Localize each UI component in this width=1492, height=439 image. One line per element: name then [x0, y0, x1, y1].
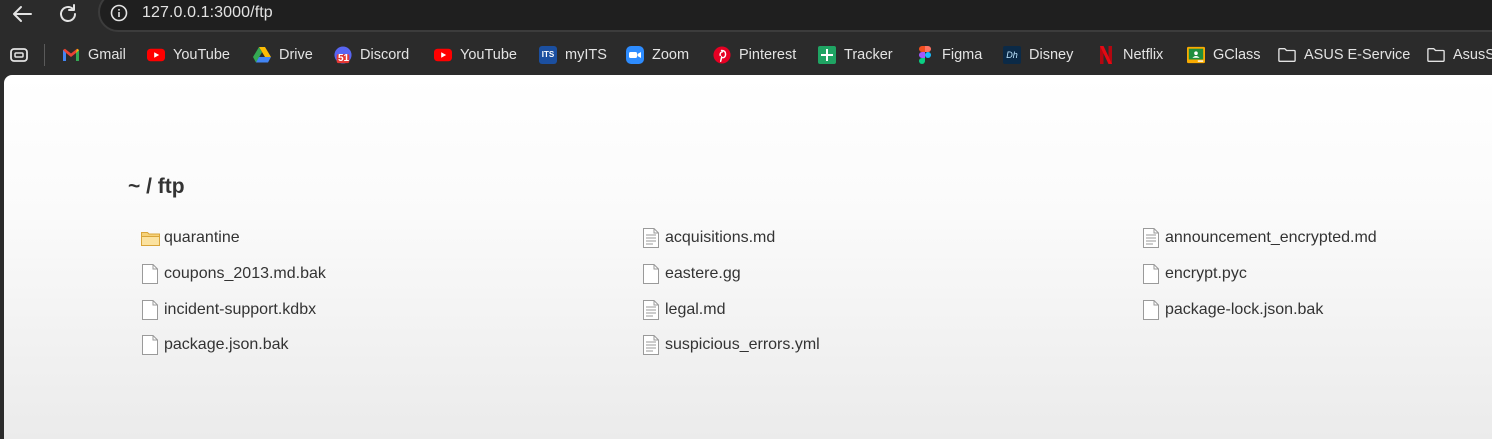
tracker-icon	[818, 46, 836, 64]
file-item-acquisitions[interactable]: acquisitions.md	[641, 228, 775, 248]
browser-toolbar: 127.0.0.1:3000/ftp	[0, 0, 1492, 32]
text-file-icon	[641, 335, 661, 355]
folder-icon	[1427, 46, 1445, 64]
bookmark-figma[interactable]: Figma	[916, 43, 982, 67]
bookmark-label: AsusS	[1453, 47, 1492, 63]
reload-icon	[60, 4, 76, 22]
text-file-icon	[641, 228, 661, 248]
file-item-package-json[interactable]: package.json.bak	[140, 335, 289, 355]
folder-icon	[140, 228, 160, 248]
file-item-legal[interactable]: legal.md	[641, 300, 725, 320]
discord-icon: 51	[334, 46, 352, 64]
file-name: package-lock.json.bak	[1165, 301, 1324, 318]
bookmark-label: Pinterest	[739, 47, 797, 63]
file-item-announcement-encrypted[interactable]: announcement_encrypted.md	[1141, 228, 1377, 248]
zoom-icon	[626, 46, 644, 64]
disney-icon-text: Dh	[1006, 50, 1018, 60]
pinterest-icon	[713, 46, 731, 64]
drive-icon	[253, 46, 271, 64]
bookmark-label: Zoom	[652, 47, 690, 63]
file-name: eastere.gg	[665, 265, 741, 282]
bookmark-pinterest[interactable]: Pinterest	[713, 43, 796, 67]
back-arrow-icon	[13, 6, 32, 22]
reload-button[interactable]	[53, 0, 83, 28]
gmail-icon	[62, 46, 80, 64]
bookmark-youtube-2[interactable]: YouTube	[434, 43, 517, 67]
bookmark-label: Figma	[942, 47, 983, 63]
file-item-suspicious-errors[interactable]: suspicious_errors.yml	[641, 335, 820, 355]
bookmark-label: YouTube	[173, 47, 230, 63]
file-icon	[140, 300, 160, 320]
file-name: encrypt.pyc	[1165, 265, 1247, 282]
tab-search-icon[interactable]	[9, 45, 29, 65]
bookmark-gclass[interactable]: GClass	[1187, 43, 1261, 67]
bookmark-label: YouTube	[460, 47, 517, 63]
bookmark-folder-asus-eservice[interactable]: ASUS E-Service	[1278, 43, 1410, 67]
bookmark-label: myITS	[565, 47, 607, 63]
figma-icon	[916, 46, 934, 64]
back-button[interactable]	[7, 0, 37, 28]
bookmark-tracker[interactable]: Tracker	[818, 43, 893, 67]
bookmark-myits[interactable]: ITS myITS	[539, 43, 607, 67]
file-icon	[1141, 264, 1161, 284]
file-name: quarantine	[164, 229, 240, 246]
myits-icon: ITS	[539, 46, 557, 64]
bookmark-label: Drive	[279, 47, 313, 63]
file-icon	[641, 264, 661, 284]
bookmark-label: Discord	[360, 47, 410, 63]
url-text[interactable]: 127.0.0.1:3000/ftp	[142, 3, 273, 23]
file-name: package.json.bak	[164, 336, 289, 353]
page-content: ~ / ftp quarantine coupons_2013.md.bak i…	[4, 75, 1492, 439]
bookmarks-divider	[44, 44, 45, 66]
myits-icon-text: ITS	[541, 50, 555, 59]
bookmark-label: Tracker	[844, 47, 893, 63]
bookmark-label: Disney	[1029, 47, 1074, 63]
bookmarks-bar: Gmail YouTube Drive 51 Discord YouTube I…	[0, 36, 1492, 73]
bookmark-drive[interactable]: Drive	[253, 43, 313, 67]
file-name: incident-support.kdbx	[164, 301, 317, 318]
bookmark-folder-asuss[interactable]: AsusS	[1427, 43, 1492, 67]
bookmark-discord[interactable]: 51 Discord	[334, 43, 409, 67]
file-item-quarantine[interactable]: quarantine	[140, 228, 240, 248]
file-name: acquisitions.md	[665, 229, 776, 246]
file-item-encrypt-pyc[interactable]: encrypt.pyc	[1141, 264, 1247, 284]
discord-badge: 51	[338, 53, 350, 64]
bookmark-label: Gmail	[88, 47, 126, 63]
file-name: announcement_encrypted.md	[1165, 229, 1377, 246]
youtube-icon	[434, 46, 452, 64]
file-item-package-lock[interactable]: package-lock.json.bak	[1141, 300, 1323, 320]
file-icon	[1141, 300, 1161, 320]
file-name: suspicious_errors.yml	[665, 336, 820, 353]
file-item-eastere[interactable]: eastere.gg	[641, 264, 741, 284]
file-icon	[140, 264, 160, 284]
bookmark-label: Netflix	[1123, 47, 1164, 63]
file-name: coupons_2013.md.bak	[164, 265, 326, 282]
address-bar[interactable]	[98, 0, 1492, 32]
bookmark-zoom[interactable]: Zoom	[626, 43, 689, 67]
file-item-coupons[interactable]: coupons_2013.md.bak	[140, 264, 326, 284]
gclass-icon	[1187, 46, 1205, 64]
bookmark-label: GClass	[1213, 47, 1261, 63]
folder-icon	[1278, 46, 1296, 64]
netflix-icon	[1097, 46, 1115, 64]
directory-breadcrumb: ~ / ftp	[128, 175, 185, 198]
bookmark-disney[interactable]: Dh Disney	[1003, 43, 1073, 67]
file-icon	[140, 335, 160, 355]
bookmark-label: ASUS E-Service	[1304, 47, 1411, 63]
site-info-icon[interactable]	[110, 4, 128, 22]
text-file-icon	[1141, 228, 1161, 248]
disney-icon: Dh	[1003, 46, 1021, 64]
bookmark-netflix[interactable]: Netflix	[1097, 43, 1163, 67]
youtube-icon	[147, 46, 165, 64]
text-file-icon	[641, 300, 661, 320]
bookmark-gmail[interactable]: Gmail	[62, 43, 126, 67]
file-name: legal.md	[665, 301, 726, 318]
bookmark-youtube[interactable]: YouTube	[147, 43, 230, 67]
file-item-incident-support[interactable]: incident-support.kdbx	[140, 300, 316, 320]
